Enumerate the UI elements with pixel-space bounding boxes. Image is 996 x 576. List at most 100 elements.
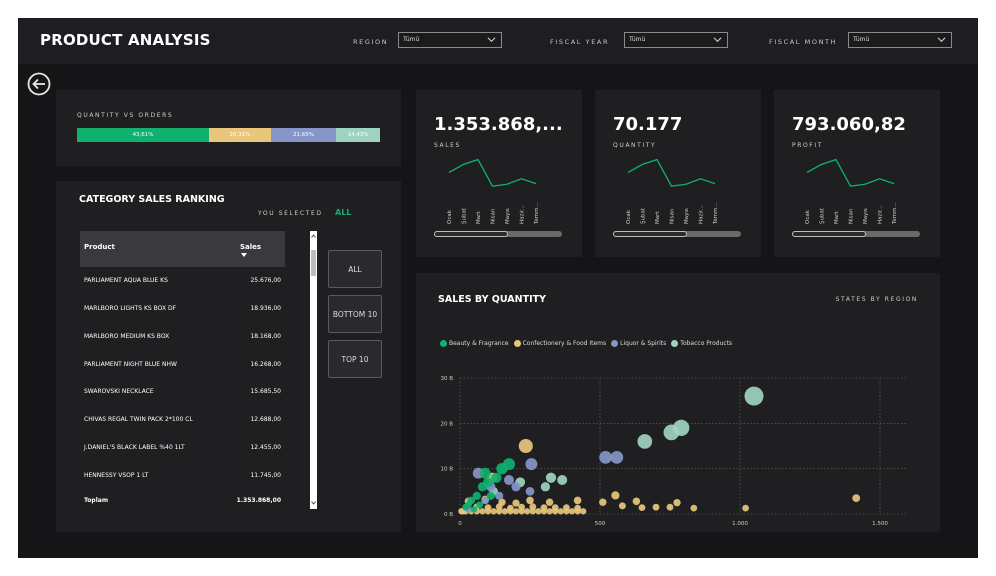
data-point[interactable] bbox=[852, 494, 861, 503]
column-header-sales[interactable]: Sales bbox=[240, 243, 261, 251]
data-point[interactable] bbox=[479, 467, 491, 479]
all-button[interactable]: ALL bbox=[328, 250, 382, 288]
data-point[interactable] bbox=[638, 504, 646, 512]
bar-segment[interactable]: 43,61% bbox=[77, 128, 210, 142]
kpi-card-quantity: 70.177 QUANTITY Ocak Şubat Mart Nisan Mayıs H… bbox=[595, 90, 761, 257]
data-point[interactable] bbox=[540, 504, 548, 512]
data-point[interactable] bbox=[512, 499, 520, 507]
data-point[interactable] bbox=[470, 506, 478, 513]
bar-segment[interactable]: 20,31% bbox=[209, 128, 271, 142]
data-point[interactable] bbox=[690, 504, 698, 512]
data-point[interactable] bbox=[546, 508, 553, 515]
scrollbar-thumb[interactable] bbox=[613, 231, 687, 237]
table-row[interactable]: MARLBORO MEDIUM KS BOX 18.168,00 bbox=[80, 333, 285, 345]
scroll-up-icon[interactable] bbox=[311, 234, 316, 239]
data-point[interactable] bbox=[599, 498, 607, 506]
data-point[interactable] bbox=[535, 508, 542, 515]
data-point[interactable] bbox=[545, 498, 554, 506]
sales-by-quantity-scatter-plot[interactable]: 0 B 10 B 20 B 30 B 0 500 1.000 1.500 bbox=[416, 273, 940, 532]
data-point[interactable] bbox=[568, 508, 576, 515]
data-point[interactable] bbox=[540, 482, 551, 492]
table-row[interactable]: HENNESSY VSOP 1 LT 11.745,00 bbox=[80, 472, 285, 484]
data-point[interactable] bbox=[610, 450, 624, 464]
profit-chart-scrollbar[interactable] bbox=[792, 231, 920, 237]
bar-segment[interactable]: 21,65% bbox=[270, 128, 337, 142]
category-sales-ranking-card: CATEGORY SALES RANKING YOU SELECTED ALL … bbox=[56, 181, 401, 532]
month-tick-label: Ocak bbox=[447, 209, 453, 224]
scrollbar-thumb[interactable] bbox=[311, 250, 316, 276]
data-point[interactable] bbox=[490, 508, 497, 515]
data-point[interactable] bbox=[511, 482, 521, 492]
data-point[interactable] bbox=[637, 434, 653, 449]
column-header-product[interactable]: Product bbox=[84, 243, 115, 251]
data-point[interactable] bbox=[503, 474, 515, 486]
kpi-label: QUANTITY bbox=[613, 142, 657, 149]
fiscal-month-select-value: Tümü bbox=[853, 36, 870, 43]
table-vertical-scrollbar[interactable] bbox=[310, 231, 317, 509]
data-point[interactable] bbox=[477, 482, 488, 492]
data-point[interactable] bbox=[663, 424, 680, 441]
month-tick-label: Ocak bbox=[626, 209, 632, 224]
data-point[interactable] bbox=[599, 450, 612, 464]
quantity-chart-scrollbar[interactable] bbox=[613, 231, 741, 237]
table-row[interactable]: J.DANIEL'S BLACK LABEL %40 1LT 12.455,00 bbox=[80, 444, 285, 456]
data-point[interactable] bbox=[551, 504, 559, 512]
data-point[interactable] bbox=[484, 504, 492, 512]
table-row[interactable]: PARLIAMENT AQUA BLUE KS 25.676,00 bbox=[80, 277, 285, 289]
data-point[interactable] bbox=[476, 501, 484, 509]
data-point[interactable] bbox=[462, 503, 470, 511]
data-point[interactable] bbox=[744, 386, 764, 406]
data-point[interactable] bbox=[573, 496, 582, 505]
table-row[interactable]: PARLIAMENT NIGHT BLUE NHW 16.268,00 bbox=[80, 361, 285, 373]
data-point[interactable] bbox=[563, 504, 570, 512]
scrollbar-thumb[interactable] bbox=[434, 231, 508, 237]
data-point[interactable] bbox=[501, 508, 508, 515]
data-point[interactable] bbox=[507, 504, 514, 512]
month-tick-label: Hazir... bbox=[520, 205, 526, 224]
row-product: HENNESSY VSOP 1 LT bbox=[84, 472, 149, 479]
scrollbar-thumb[interactable] bbox=[792, 231, 866, 237]
data-point[interactable] bbox=[742, 504, 749, 512]
data-point[interactable] bbox=[611, 491, 620, 500]
data-point[interactable] bbox=[673, 498, 681, 507]
data-point[interactable] bbox=[512, 508, 520, 515]
data-point[interactable] bbox=[632, 497, 641, 506]
back-arrow-icon[interactable] bbox=[26, 71, 52, 97]
scroll-down-icon[interactable] bbox=[311, 500, 316, 505]
sales-chart-scrollbar[interactable] bbox=[434, 231, 562, 237]
data-point[interactable] bbox=[557, 508, 564, 515]
data-point[interactable] bbox=[518, 438, 533, 454]
table-row[interactable]: SWAROVSKI NECKLACE 15.685,50 bbox=[80, 388, 285, 400]
data-point[interactable] bbox=[525, 458, 538, 471]
bottom-10-button[interactable]: BOTTOM 10 bbox=[328, 295, 382, 333]
data-point[interactable] bbox=[618, 502, 626, 510]
kpi-label: PROFIT bbox=[792, 142, 823, 149]
total-value: 1.353.868,00 bbox=[236, 497, 281, 504]
data-point[interactable] bbox=[666, 503, 674, 511]
bar-segment[interactable]: 14,43% bbox=[336, 128, 380, 142]
row-sales: 12.455,00 bbox=[250, 444, 281, 451]
fiscal-month-select[interactable]: Tümü bbox=[848, 32, 952, 48]
data-point[interactable] bbox=[495, 491, 504, 500]
data-point[interactable] bbox=[524, 508, 531, 515]
fiscal-year-filter-label: FISCAL YEAR bbox=[550, 38, 610, 46]
data-point[interactable] bbox=[486, 491, 495, 500]
data-point[interactable] bbox=[545, 472, 557, 483]
data-point[interactable] bbox=[496, 462, 508, 475]
data-point[interactable] bbox=[580, 508, 587, 515]
fiscal-year-select[interactable]: Tümü bbox=[624, 32, 728, 48]
data-point[interactable] bbox=[479, 508, 486, 515]
row-product: PARLIAMENT NIGHT BLUE NHW bbox=[84, 361, 177, 368]
data-point[interactable] bbox=[557, 474, 568, 486]
kpi-card-sales: 1.353.868,... SALES Ocak Şubat Mart Nisan Ma… bbox=[416, 90, 582, 257]
region-select[interactable]: Tümü bbox=[398, 32, 502, 48]
table-row[interactable]: CHIVAS REGAL TWIN PACK 2*100 CL 12.688,0… bbox=[80, 416, 285, 428]
top-10-button[interactable]: TOP 10 bbox=[328, 340, 382, 378]
data-point[interactable] bbox=[525, 486, 535, 496]
data-point[interactable] bbox=[529, 503, 537, 511]
table-row[interactable]: MARLBORO LIGHTS KS BOX DF 18.936,00 bbox=[80, 305, 285, 317]
data-point[interactable] bbox=[574, 504, 581, 512]
data-point[interactable] bbox=[652, 503, 660, 511]
row-product: MARLBORO MEDIUM KS BOX bbox=[84, 333, 170, 340]
data-point[interactable] bbox=[526, 496, 534, 505]
